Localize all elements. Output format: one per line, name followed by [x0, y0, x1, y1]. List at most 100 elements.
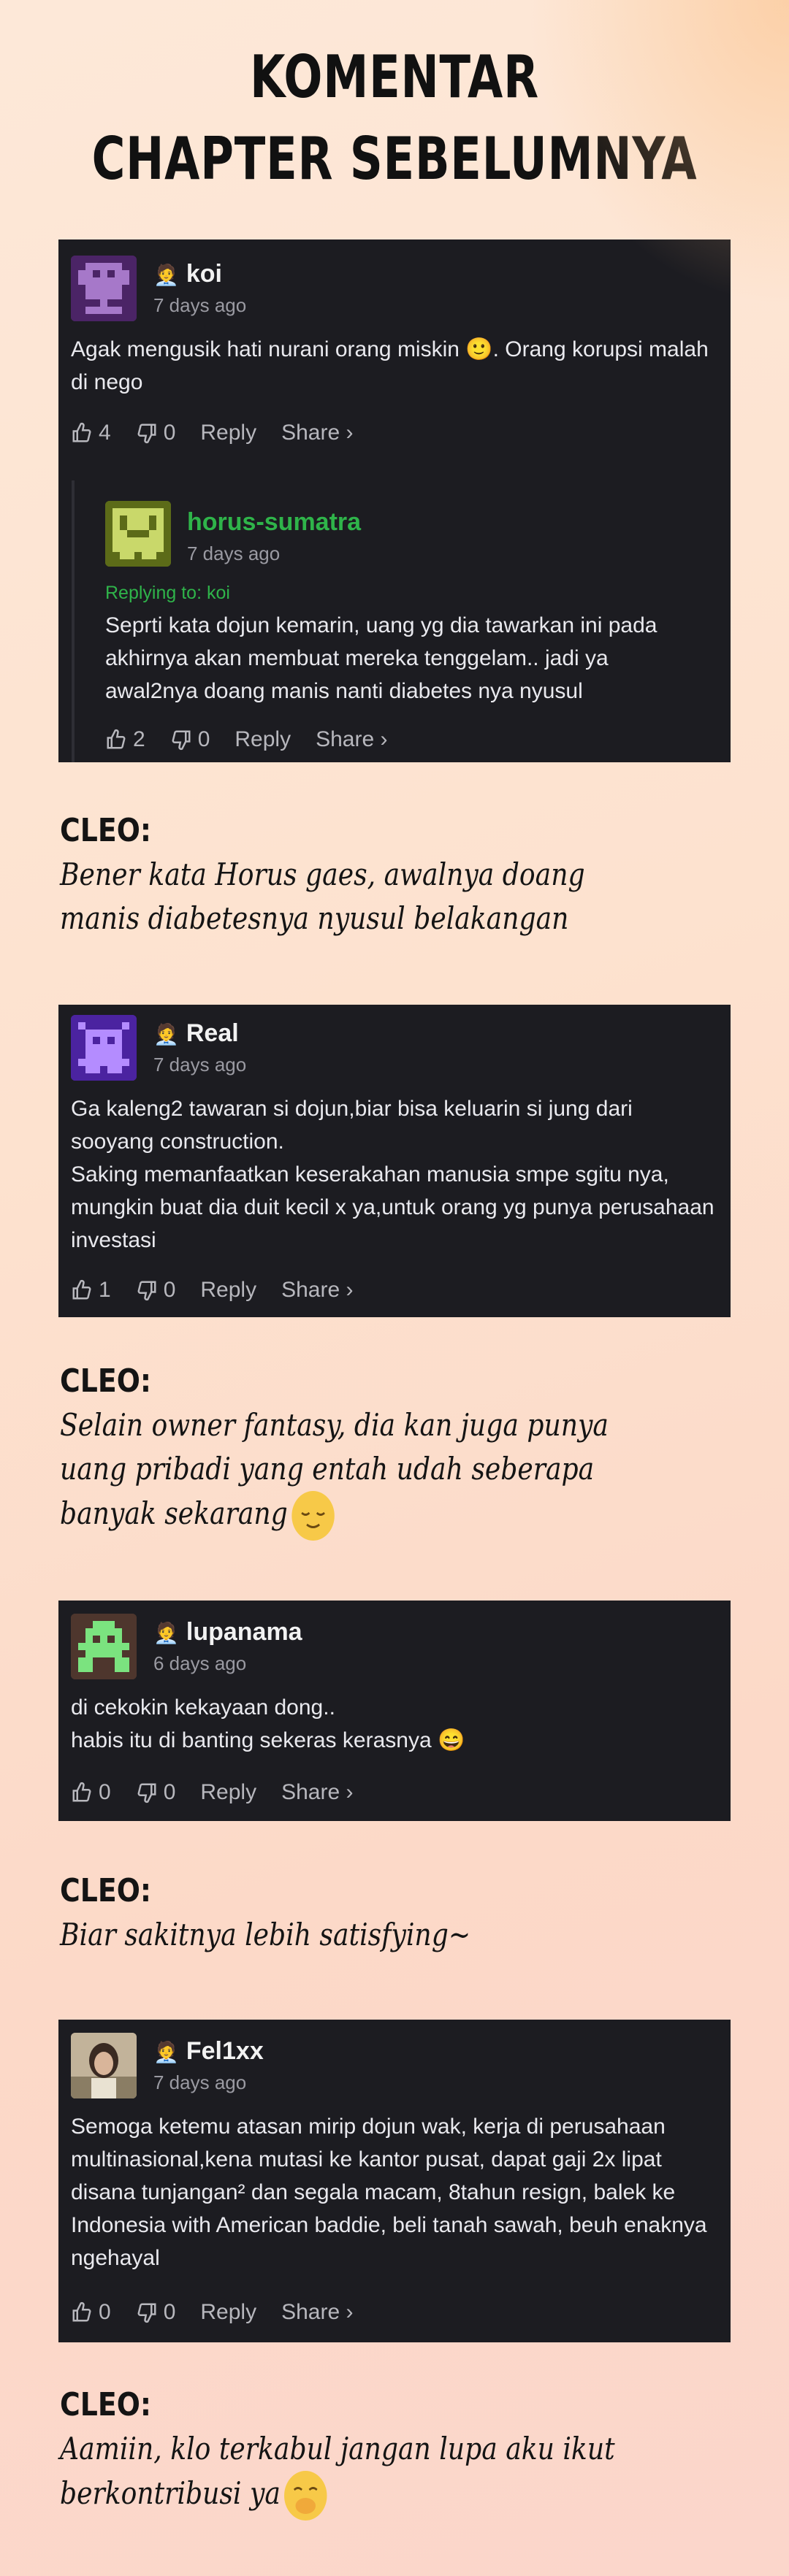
comment-actions: 4 0 Reply Share › — [71, 421, 378, 445]
dislike-button[interactable]: 0 — [136, 421, 176, 445]
dislike-count: 0 — [163, 1278, 176, 1302]
reply-button[interactable]: Reply — [200, 1780, 256, 1805]
pixel-avatar-icon — [71, 1015, 137, 1081]
share-button[interactable]: Share › — [281, 1278, 353, 1303]
like-button[interactable]: 0 — [71, 2300, 111, 2325]
rank-icon: 🧑‍💼 — [153, 2041, 179, 2063]
cleo-label: CLEO: — [60, 812, 152, 849]
relieved-face-icon — [291, 1491, 335, 1541]
like-count: 0 — [99, 1780, 111, 1804]
thumbs-down-icon — [137, 1783, 156, 1803]
dislike-count: 0 — [163, 1780, 176, 1804]
avatar[interactable] — [105, 501, 171, 567]
dislike-count: 0 — [197, 727, 210, 751]
username-text: Fel1xx — [186, 2037, 264, 2065]
comment-card: 🧑‍💼 koi 7 days ago Agak mengusik hati nur… — [58, 239, 731, 762]
comment-actions: 1 0 Reply Share › — [71, 1278, 378, 1303]
rank-icon: 🧑‍💼 — [153, 1622, 179, 1644]
avatar[interactable] — [71, 256, 137, 321]
username-text: Real — [186, 1019, 239, 1047]
replying-to: Replying to: koi — [105, 583, 230, 603]
thumbs-up-icon — [107, 729, 126, 749]
pixel-avatar-icon — [71, 1614, 137, 1679]
timestamp: 6 days ago — [153, 1652, 247, 1674]
cleo-label: CLEO: — [60, 2386, 152, 2423]
dislike-count: 0 — [163, 2300, 176, 2324]
thumbs-up-icon — [72, 1279, 91, 1300]
reply-button[interactable]: Reply — [235, 727, 291, 752]
avatar[interactable] — [71, 2033, 137, 2098]
cleo-note: CLEO: Selain owner fantasy, dia kan juga… — [60, 1360, 638, 1541]
share-button[interactable]: Share › — [281, 2300, 353, 2325]
username[interactable]: 🧑‍💼 lupanama — [153, 1618, 302, 1647]
title-line-1: KOMENTAR — [250, 43, 539, 111]
comment-actions: 0 0 Reply Share › — [71, 2300, 378, 2325]
cleo-text: Biar sakitnya lebih satisfying~ — [60, 1917, 471, 1952]
reply-text: Seprti kata dojun kemarin, uang yg dia t… — [105, 613, 658, 703]
rank-icon: 🧑‍💼 — [153, 264, 179, 286]
dislike-count: 0 — [163, 421, 176, 445]
cleo-text: Selain owner fantasy, dia kan juga punya… — [60, 1407, 609, 1531]
photo-avatar-icon — [71, 2033, 137, 2098]
like-count: 4 — [99, 421, 111, 445]
rank-icon: 🧑‍💼 — [153, 1023, 179, 1046]
thumbs-down-icon — [137, 423, 156, 444]
comment-text: Agak mengusik hati nurani orang miskin 🙂… — [71, 337, 709, 394]
username-text: koi — [186, 260, 222, 288]
cleo-note: CLEO: Bener kata Horus gaes, awalnya doa… — [60, 809, 638, 940]
cleo-text: Bener kata Horus gaes, awalnya doang man… — [60, 856, 585, 936]
comment-actions: 0 0 Reply Share › — [71, 1780, 378, 1805]
dislike-button[interactable]: 0 — [136, 2300, 176, 2325]
thumbs-up-icon — [72, 2301, 91, 2322]
dislike-button[interactable]: 0 — [170, 727, 210, 752]
like-button[interactable]: 1 — [71, 1278, 111, 1303]
share-button[interactable]: Share › — [316, 727, 387, 752]
pixel-avatar-icon — [71, 256, 137, 321]
cleo-note: CLEO: Aamiin, klo terkabul jangan lupa a… — [60, 2383, 638, 2521]
avatar[interactable] — [71, 1015, 137, 1081]
thumbs-up-icon — [72, 422, 91, 442]
reply-button[interactable]: Reply — [200, 1278, 256, 1303]
thumbs-down-icon — [137, 2303, 156, 2323]
cleo-text: Aamiin, klo terkabul jangan lupa aku iku… — [60, 2431, 615, 2511]
reply-thread-line — [72, 480, 75, 762]
thumbs-down-icon — [172, 730, 191, 751]
reply-button[interactable]: Reply — [200, 2300, 256, 2325]
avatar[interactable] — [71, 1614, 137, 1679]
username-text: lupanama — [186, 1618, 302, 1646]
timestamp: 7 days ago — [153, 2071, 247, 2093]
comment-text: Semoga ketemu atasan mirip dojun wak, ke… — [71, 2115, 707, 2270]
reply-button[interactable]: Reply — [200, 421, 256, 445]
like-count: 0 — [99, 2300, 111, 2324]
comment-text: di cekokin kekayaan dong.. habis itu di … — [71, 1695, 465, 1752]
cleo-label: CLEO: — [60, 1872, 152, 1909]
thumbs-down-icon — [137, 1281, 156, 1301]
comment-card: 🧑‍💼 Real 7 days ago Ga kaleng2 tawaran si… — [58, 1005, 731, 1317]
share-button[interactable]: Share › — [281, 1780, 353, 1805]
hand-over-mouth-face-icon — [284, 2471, 327, 2521]
reply-username[interactable]: horus-sumatra — [187, 508, 361, 537]
reply-actions: 2 0 Reply Share › — [105, 727, 412, 752]
username[interactable]: 🧑‍💼 Real — [153, 1019, 239, 1048]
username[interactable]: 🧑‍💼 koi — [153, 260, 222, 288]
like-button[interactable]: 4 — [71, 421, 111, 445]
dislike-button[interactable]: 0 — [136, 1278, 176, 1303]
reply-timestamp: 7 days ago — [187, 543, 281, 564]
page-title: KOMENTAR CHAPTER SEBELUMNYA — [87, 37, 702, 200]
title-line-2: CHAPTER SEBELUMNYA — [91, 125, 698, 193]
dislike-button[interactable]: 0 — [136, 1780, 176, 1805]
share-button[interactable]: Share › — [281, 421, 353, 445]
cleo-note: CLEO: Biar sakitnya lebih satisfying~ — [60, 1869, 638, 1957]
like-button[interactable]: 0 — [71, 1780, 111, 1805]
cleo-label: CLEO: — [60, 1362, 152, 1400]
like-count: 1 — [99, 1278, 111, 1302]
comment-card: 🧑‍💼 Fel1xx 7 days ago Semoga ketemu atasa… — [58, 2020, 731, 2342]
comment-card: 🧑‍💼 lupanama 6 days ago di cekokin kekaya… — [58, 1601, 731, 1821]
pixel-avatar-icon — [105, 501, 171, 567]
comment-text: Ga kaleng2 tawaran si dojun,biar bisa ke… — [71, 1097, 714, 1252]
timestamp: 7 days ago — [153, 1054, 247, 1076]
thumbs-up-icon — [72, 1782, 91, 1802]
like-button[interactable]: 2 — [105, 727, 145, 752]
username[interactable]: 🧑‍💼 Fel1xx — [153, 2037, 264, 2066]
timestamp: 7 days ago — [153, 294, 247, 316]
